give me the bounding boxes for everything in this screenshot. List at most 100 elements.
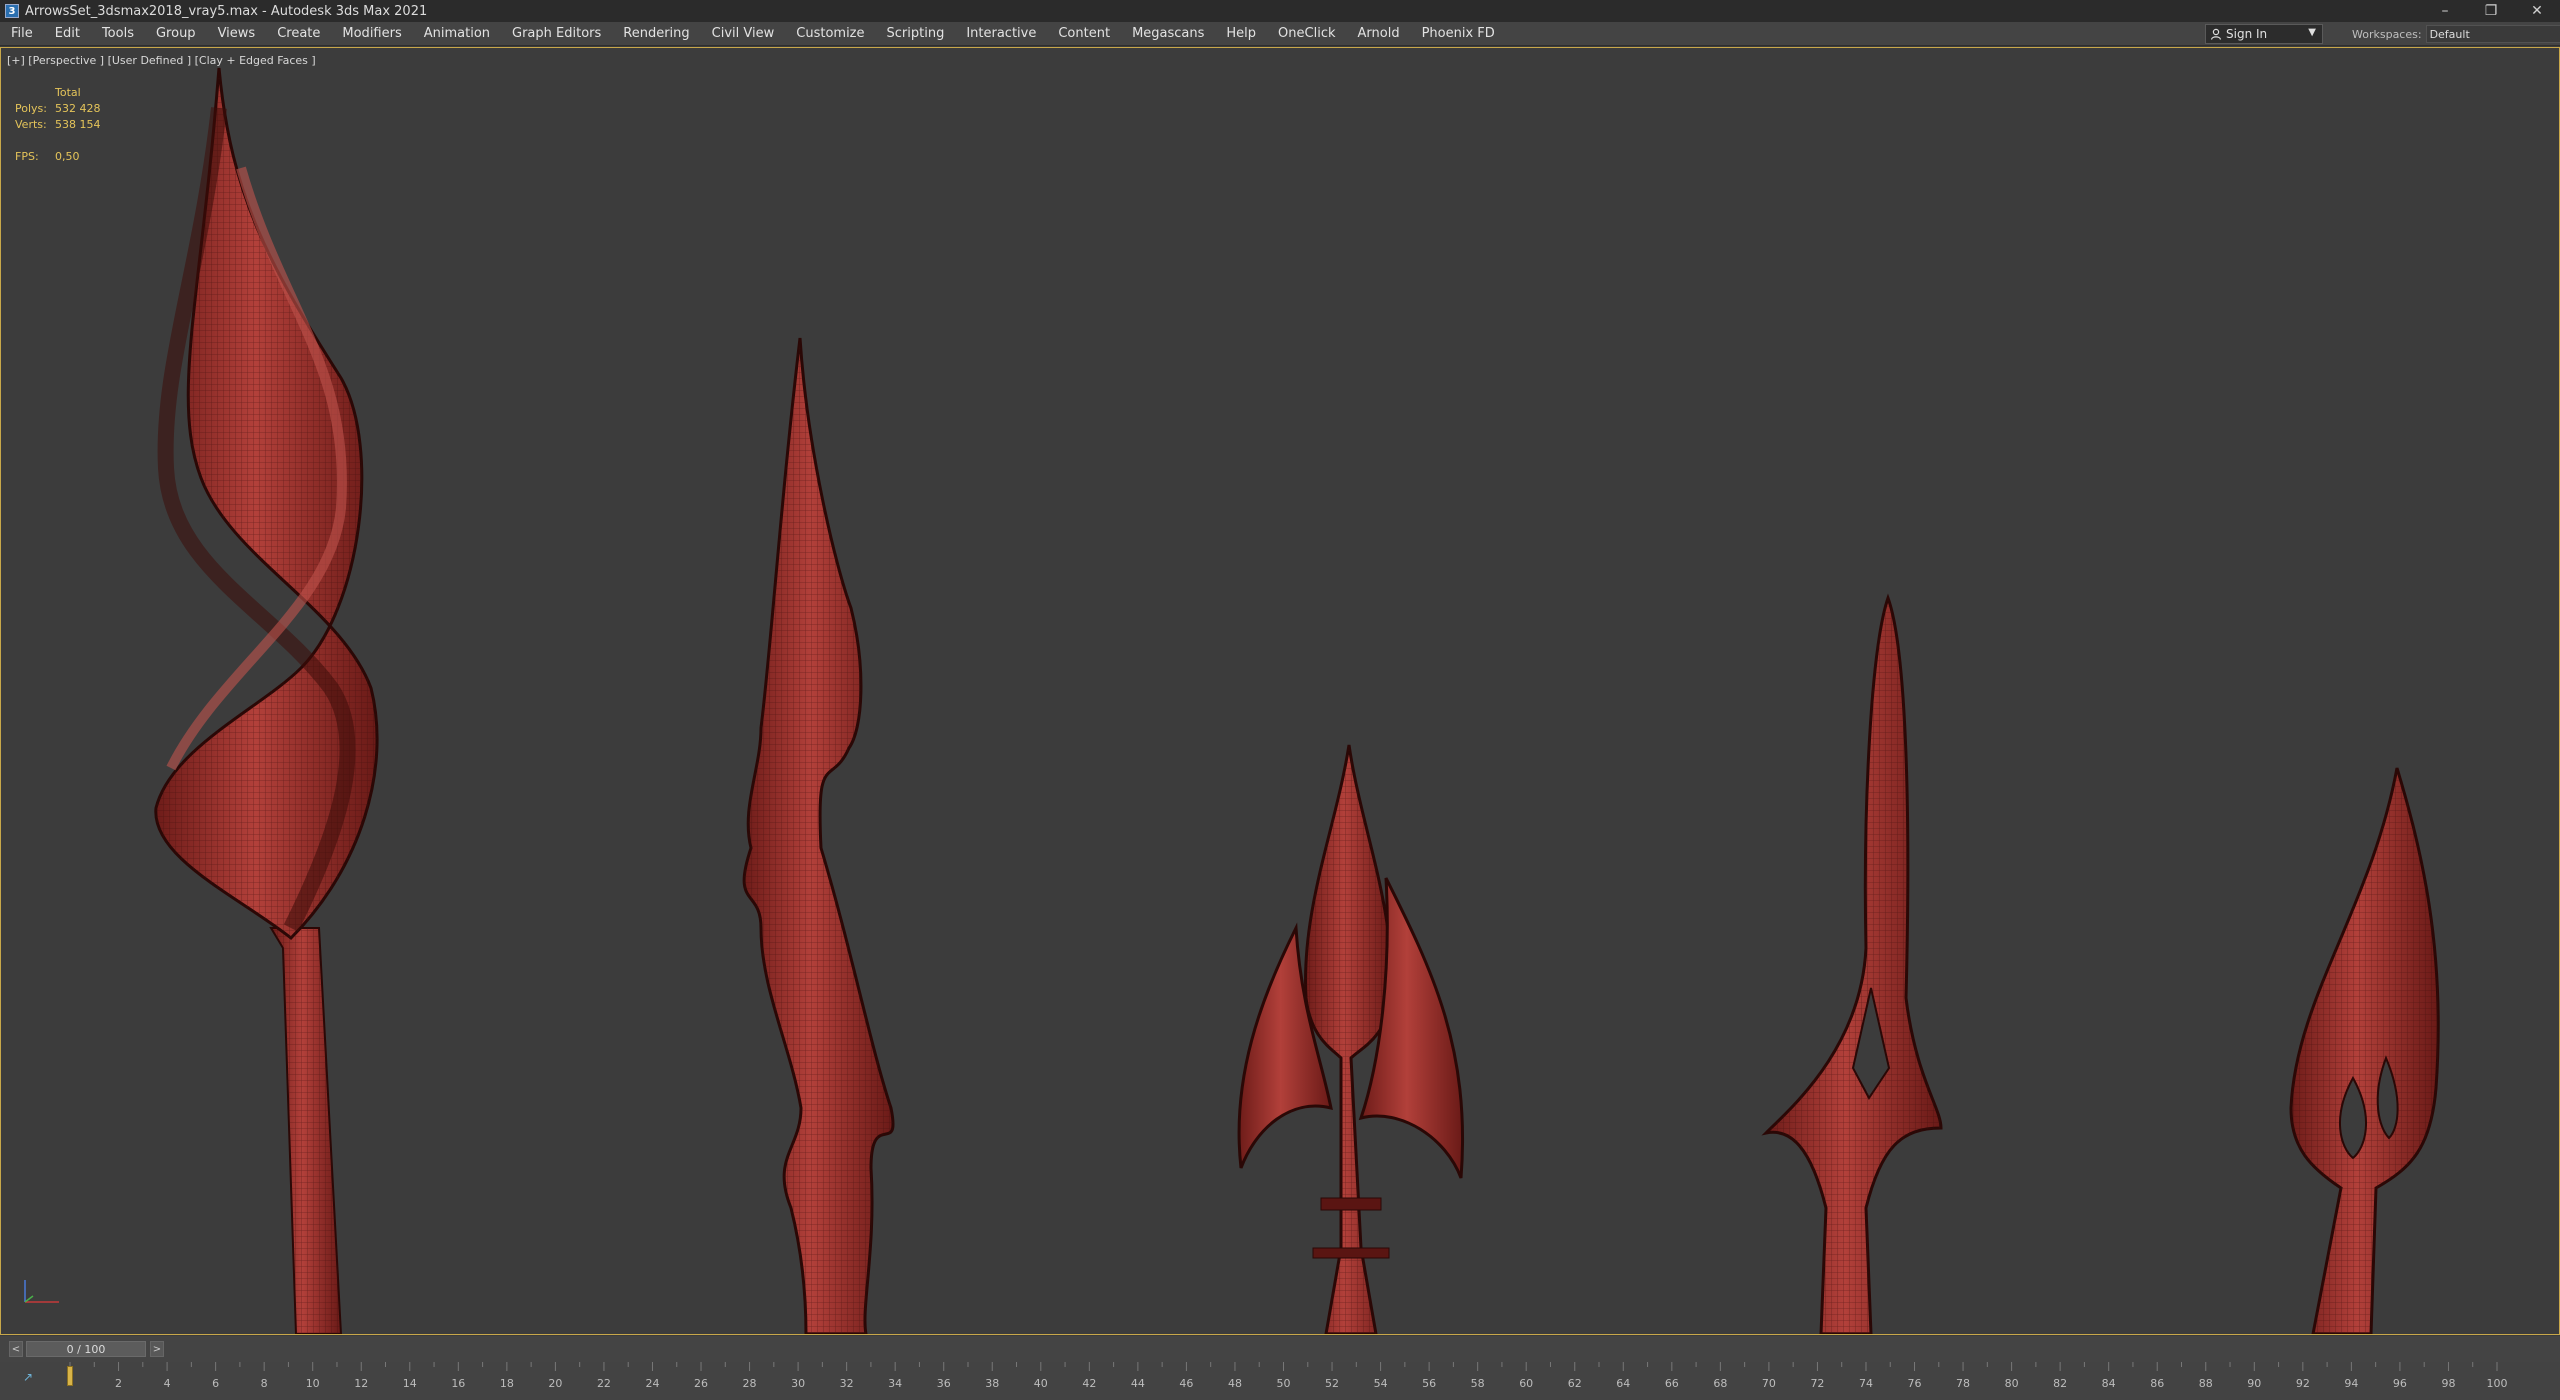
- ruler-tick-label: 30: [791, 1377, 805, 1390]
- ruler-tick-label: 22: [597, 1377, 611, 1390]
- ruler-tick-label: 76: [1908, 1377, 1922, 1390]
- workspace-value: Default: [2429, 27, 2470, 41]
- menu-content[interactable]: Content: [1047, 22, 1121, 46]
- menu-phoenix-fd[interactable]: Phoenix FD: [1411, 22, 1506, 46]
- menu-oneclick[interactable]: OneClick: [1267, 22, 1346, 46]
- menu-graph-editors[interactable]: Graph Editors: [501, 22, 612, 46]
- viewport-label[interactable]: [+] [Perspective ] [User Defined ] [Clay…: [7, 54, 316, 67]
- perspective-viewport[interactable]: [+] [Perspective ] [User Defined ] [Clay…: [0, 47, 2560, 1335]
- workspaces-selector: Workspaces: Default ▼: [2352, 24, 2560, 44]
- ruler-tick-label: 16: [451, 1377, 465, 1390]
- menu-arnold[interactable]: Arnold: [1347, 22, 1411, 46]
- ruler-tick-label: 8: [261, 1377, 268, 1390]
- menu-group[interactable]: Group: [145, 22, 207, 46]
- viewport-scene[interactable]: [1, 48, 2559, 1334]
- minimize-icon[interactable]: –: [2422, 0, 2468, 22]
- menu-tools[interactable]: Tools: [91, 22, 145, 46]
- title-bar: 3 ArrowsSet_3dsmax2018_vray5.max - Autod…: [0, 0, 2560, 22]
- ruler-tick-label: 48: [1228, 1377, 1242, 1390]
- workspace-dropdown[interactable]: Default ▼: [2425, 25, 2560, 43]
- menu-scripting[interactable]: Scripting: [876, 22, 956, 46]
- ruler-tick-label: 34: [888, 1377, 902, 1390]
- menu-interactive[interactable]: Interactive: [955, 22, 1047, 46]
- ruler-tick-label: 32: [840, 1377, 854, 1390]
- ruler-tick-label: 66: [1665, 1377, 1679, 1390]
- ruler-tick-label: 80: [2005, 1377, 2019, 1390]
- verts-value: 538 154: [55, 118, 101, 131]
- track-ruler: 2 4 6 8 10 12 14 16 18 20 22 24 26 28 30 32 34 36 38 40 42 44…: [69, 1362, 2508, 1390]
- user-icon: [2210, 28, 2222, 40]
- ruler-tick-label: 62: [1568, 1377, 1582, 1390]
- ruler-tick-label: 96: [2393, 1377, 2407, 1390]
- sign-in-dropdown[interactable]: Sign In ▼: [2205, 24, 2323, 44]
- arrow-trident[interactable]: [1237, 744, 1465, 1334]
- menu-file[interactable]: File: [0, 22, 44, 46]
- ruler-tick-label: 72: [1810, 1377, 1824, 1390]
- menu-megascans[interactable]: Megascans: [1121, 22, 1215, 46]
- ruler-tick-label: 40: [1034, 1377, 1048, 1390]
- verts-label: Verts:: [15, 118, 47, 131]
- ruler-tick-label: 2: [115, 1377, 122, 1390]
- previous-frame-button[interactable]: <: [9, 1341, 23, 1357]
- ruler-tick-label: 64: [1616, 1377, 1630, 1390]
- time-cursor[interactable]: [67, 1366, 73, 1386]
- ruler-tick-label: 90: [2247, 1377, 2261, 1390]
- ruler-tick-label: 60: [1519, 1377, 1533, 1390]
- arrow-twisted-ribbon[interactable]: [154, 67, 379, 1334]
- arrow-leaf-fork[interactable]: [2289, 767, 2440, 1334]
- ruler-tick-label: 12: [354, 1377, 368, 1390]
- menu-edit[interactable]: Edit: [44, 22, 91, 46]
- ruler-tick-label: 36: [937, 1377, 951, 1390]
- ruler-tick-label: 94: [2344, 1377, 2358, 1390]
- ruler-tick-label: 74: [1859, 1377, 1873, 1390]
- ruler-tick-label: 50: [1277, 1377, 1291, 1390]
- ruler-tick-label: 54: [1374, 1377, 1388, 1390]
- menu-rendering[interactable]: Rendering: [612, 22, 700, 46]
- arrow-long-blade[interactable]: [1761, 593, 1943, 1334]
- app-icon: 3: [5, 4, 19, 18]
- ruler-tick-label: 46: [1179, 1377, 1193, 1390]
- ruler-tick-label: 26: [694, 1377, 708, 1390]
- ruler-tick-label: 38: [985, 1377, 999, 1390]
- menu-modifiers[interactable]: Modifiers: [331, 22, 412, 46]
- menu-views[interactable]: Views: [207, 22, 267, 46]
- ruler-tick-label: 28: [743, 1377, 757, 1390]
- ruler-tick-label: 24: [645, 1377, 659, 1390]
- ruler-tick-label: 14: [403, 1377, 417, 1390]
- track-bar[interactable]: ↗ 2 4 6 8 10 12 14 16 18 20 22 24 26 28 30 32 34 36 38 40 42…: [0, 1362, 2560, 1400]
- chevron-down-icon: ▼: [2308, 27, 2316, 38]
- menu-help[interactable]: Help: [1215, 22, 1267, 46]
- menu-civil-view[interactable]: Civil View: [701, 22, 786, 46]
- fps-value: 0,50: [55, 150, 80, 163]
- workspaces-label: Workspaces:: [2352, 27, 2422, 41]
- menu-bar: File Edit Tools Group Views Create Modif…: [0, 22, 2560, 46]
- window-controls: – ❐ ✕: [2422, 0, 2560, 22]
- ruler-tick-label: 58: [1471, 1377, 1485, 1390]
- menu-animation[interactable]: Animation: [413, 22, 501, 46]
- next-frame-button[interactable]: >: [150, 1341, 164, 1357]
- ruler-tick-label: 6: [212, 1377, 219, 1390]
- ruler-tick-label: 98: [2441, 1377, 2455, 1390]
- ruler-tick-label: 86: [2150, 1377, 2164, 1390]
- menu-customize[interactable]: Customize: [785, 22, 875, 46]
- arrow-barbed-spike[interactable]: [742, 337, 895, 1334]
- polys-label: Polys:: [15, 102, 47, 115]
- axis-gizmo-icon: [24, 1280, 59, 1303]
- time-slider-thumb[interactable]: 0 / 100: [26, 1341, 146, 1357]
- ruler-tick-label: 70: [1762, 1377, 1776, 1390]
- ruler-tick-label: 52: [1325, 1377, 1339, 1390]
- menu-create[interactable]: Create: [266, 22, 331, 46]
- window-title: ArrowsSet_3dsmax2018_vray5.max - Autodes…: [25, 3, 428, 19]
- time-slider-bar: < 0 / 100 >: [0, 1336, 2560, 1362]
- stats-header: Total: [55, 86, 81, 99]
- ruler-tick-label: 20: [548, 1377, 562, 1390]
- polys-value: 532 428: [55, 102, 101, 115]
- ruler-tick-label: 82: [2053, 1377, 2067, 1390]
- ruler-tick-label: 56: [1422, 1377, 1436, 1390]
- ruler-tick-label: 88: [2199, 1377, 2213, 1390]
- close-icon[interactable]: ✕: [2514, 0, 2560, 22]
- ruler-tick-label: 100: [2487, 1377, 2508, 1390]
- viewport-statistics: Total Polys: 532 428 Verts: 538 154 FPS: 0,…: [15, 85, 101, 165]
- restore-icon[interactable]: ❐: [2468, 0, 2514, 22]
- ruler-tick-label: 44: [1131, 1377, 1145, 1390]
